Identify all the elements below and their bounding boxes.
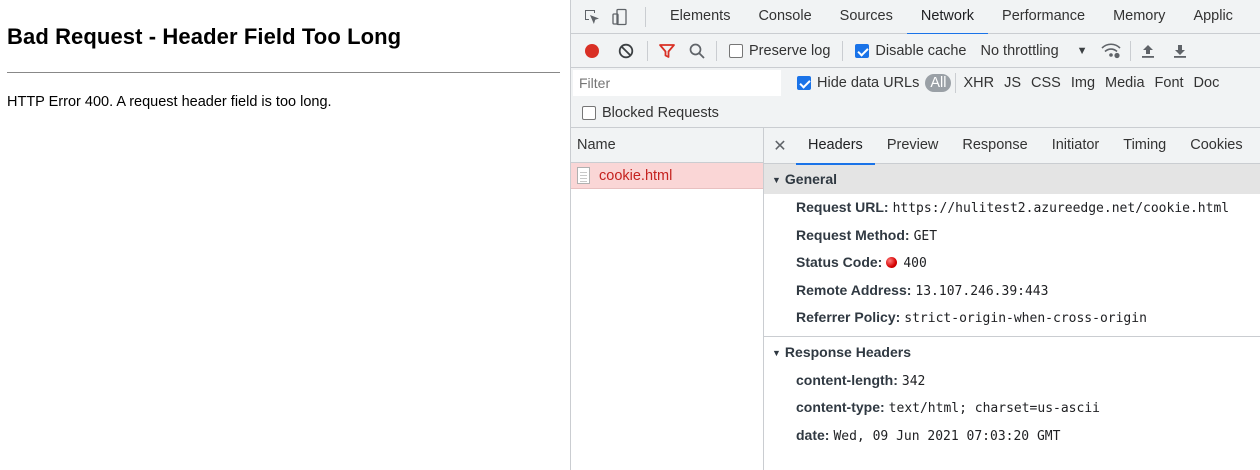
referrer-policy-row: Referrer Policy: strict-origin-when-cross… xyxy=(796,309,1147,326)
tabbar-separator xyxy=(645,6,646,27)
import-har-icon[interactable] xyxy=(1137,40,1159,62)
content-type-row: content-type: text/html; charset=us-ascii xyxy=(796,399,1100,416)
search-icon[interactable] xyxy=(686,40,708,62)
device-toolbar-icon[interactable] xyxy=(609,6,631,28)
preserve-log-checkbox[interactable] xyxy=(729,43,743,58)
disable-cache-checkbox[interactable] xyxy=(855,43,870,58)
tab-headers[interactable]: Headers xyxy=(796,128,875,165)
filter-type-media[interactable]: Media xyxy=(1100,75,1150,91)
tab-cookies[interactable]: Cookies xyxy=(1178,128,1254,164)
details-tabbar: ✕ Headers Preview Response Initiator Tim… xyxy=(764,128,1260,165)
page-message: HTTP Error 400. A request header field i… xyxy=(7,94,332,110)
throttling-select[interactable]: No throttling xyxy=(980,43,1058,59)
general-section-header[interactable]: ▼ General xyxy=(764,164,1260,194)
request-url-row: Request URL: https://hulitest2.azureedge.… xyxy=(796,199,1230,216)
tab-timing[interactable]: Timing xyxy=(1111,128,1178,164)
tab-preview[interactable]: Preview xyxy=(875,128,951,164)
tab-network[interactable]: Network xyxy=(906,0,989,35)
hide-data-urls-checkbox[interactable] xyxy=(797,76,811,90)
page-viewport: Bad Request - Header Field Too Long HTTP… xyxy=(0,0,570,470)
document-icon xyxy=(577,167,590,184)
chevron-down-icon[interactable]: ▼ xyxy=(1077,45,1088,57)
filter-type-css[interactable]: CSS xyxy=(1026,75,1066,91)
disable-cache-label: Disable cache xyxy=(875,42,967,59)
blocked-requests-checkbox[interactable] xyxy=(582,105,596,120)
tab-initiator[interactable]: Initiator xyxy=(1040,128,1112,164)
filter-type-xhr[interactable]: XHR xyxy=(958,75,999,91)
response-headers-section-header[interactable]: ▼ Response Headers xyxy=(764,336,1260,367)
tab-performance[interactable]: Performance xyxy=(988,0,1099,34)
toolbar-separator xyxy=(647,40,648,61)
toolbar-separator xyxy=(716,40,717,61)
name-column-header[interactable]: Name xyxy=(571,128,763,163)
request-details: ✕ Headers Preview Response Initiator Tim… xyxy=(764,128,1260,470)
response-headers-section: ▼ Response Headers content-length: 342 con… xyxy=(764,336,1260,450)
status-code-row: Status Code: 400 xyxy=(796,254,927,271)
network-conditions-icon[interactable] xyxy=(1100,40,1122,62)
toolbar-separator xyxy=(1129,40,1131,61)
filter-type-doc[interactable]: Doc xyxy=(1189,75,1225,91)
devtools-tabbar: Elements Console Sources Network Perform… xyxy=(571,0,1260,35)
page-divider xyxy=(7,72,560,73)
request-method-row: Request Method: GET xyxy=(796,226,938,244)
error-status-icon xyxy=(886,257,898,268)
filter-type-img[interactable]: Img xyxy=(1066,75,1100,91)
toolbar-separator xyxy=(842,40,844,61)
request-list: Name cookie.html xyxy=(571,128,764,470)
triangle-down-icon: ▼ xyxy=(772,175,781,185)
filter-separator xyxy=(955,73,957,93)
filter-bar: Hide data URLs All XHR JS CSS Img Media … xyxy=(571,68,1260,98)
network-toolbar: Preserve log Disable cache No throttling… xyxy=(571,34,1260,68)
preserve-log-label: Preserve log xyxy=(749,42,831,59)
blocked-requests-bar: Blocked Requests xyxy=(571,98,1260,128)
close-icon[interactable]: ✕ xyxy=(764,136,796,156)
filter-type-js[interactable]: JS xyxy=(999,75,1026,91)
devtools-panel: Elements Console Sources Network Perform… xyxy=(570,0,1260,470)
remote-address-row: Remote Address: 13.107.246.39:443 xyxy=(796,281,1049,299)
request-name: cookie.html xyxy=(599,167,673,184)
page-heading: Bad Request - Header Field Too Long xyxy=(7,24,402,49)
filter-input[interactable] xyxy=(573,70,781,96)
tab-application[interactable]: Applic xyxy=(1179,0,1247,34)
tab-sources[interactable]: Sources xyxy=(826,0,907,34)
blocked-requests-label: Blocked Requests xyxy=(602,104,719,121)
tab-elements[interactable]: Elements xyxy=(656,0,744,34)
hide-data-urls-label: Hide data URLs xyxy=(817,75,920,91)
tab-memory[interactable]: Memory xyxy=(1099,0,1179,34)
filter-type-font[interactable]: Font xyxy=(1150,75,1189,91)
tab-console[interactable]: Console xyxy=(744,0,825,34)
clear-icon[interactable] xyxy=(615,40,637,62)
date-row: date: Wed, 09 Jun 2021 07:03:20 GMT xyxy=(796,426,1061,444)
triangle-down-icon: ▼ xyxy=(772,347,781,358)
filter-icon[interactable] xyxy=(656,40,678,62)
general-section: ▼ General Request URL: https://hulitest2.a… xyxy=(764,164,1260,337)
content-length-row: content-length: 342 xyxy=(796,371,926,389)
record-icon[interactable] xyxy=(581,40,603,62)
tab-response[interactable]: Response xyxy=(950,128,1039,164)
request-row[interactable]: cookie.html xyxy=(571,163,763,189)
inspect-element-icon[interactable] xyxy=(581,6,603,28)
filter-type-all[interactable]: All xyxy=(925,74,952,92)
export-har-icon[interactable] xyxy=(1169,40,1191,62)
